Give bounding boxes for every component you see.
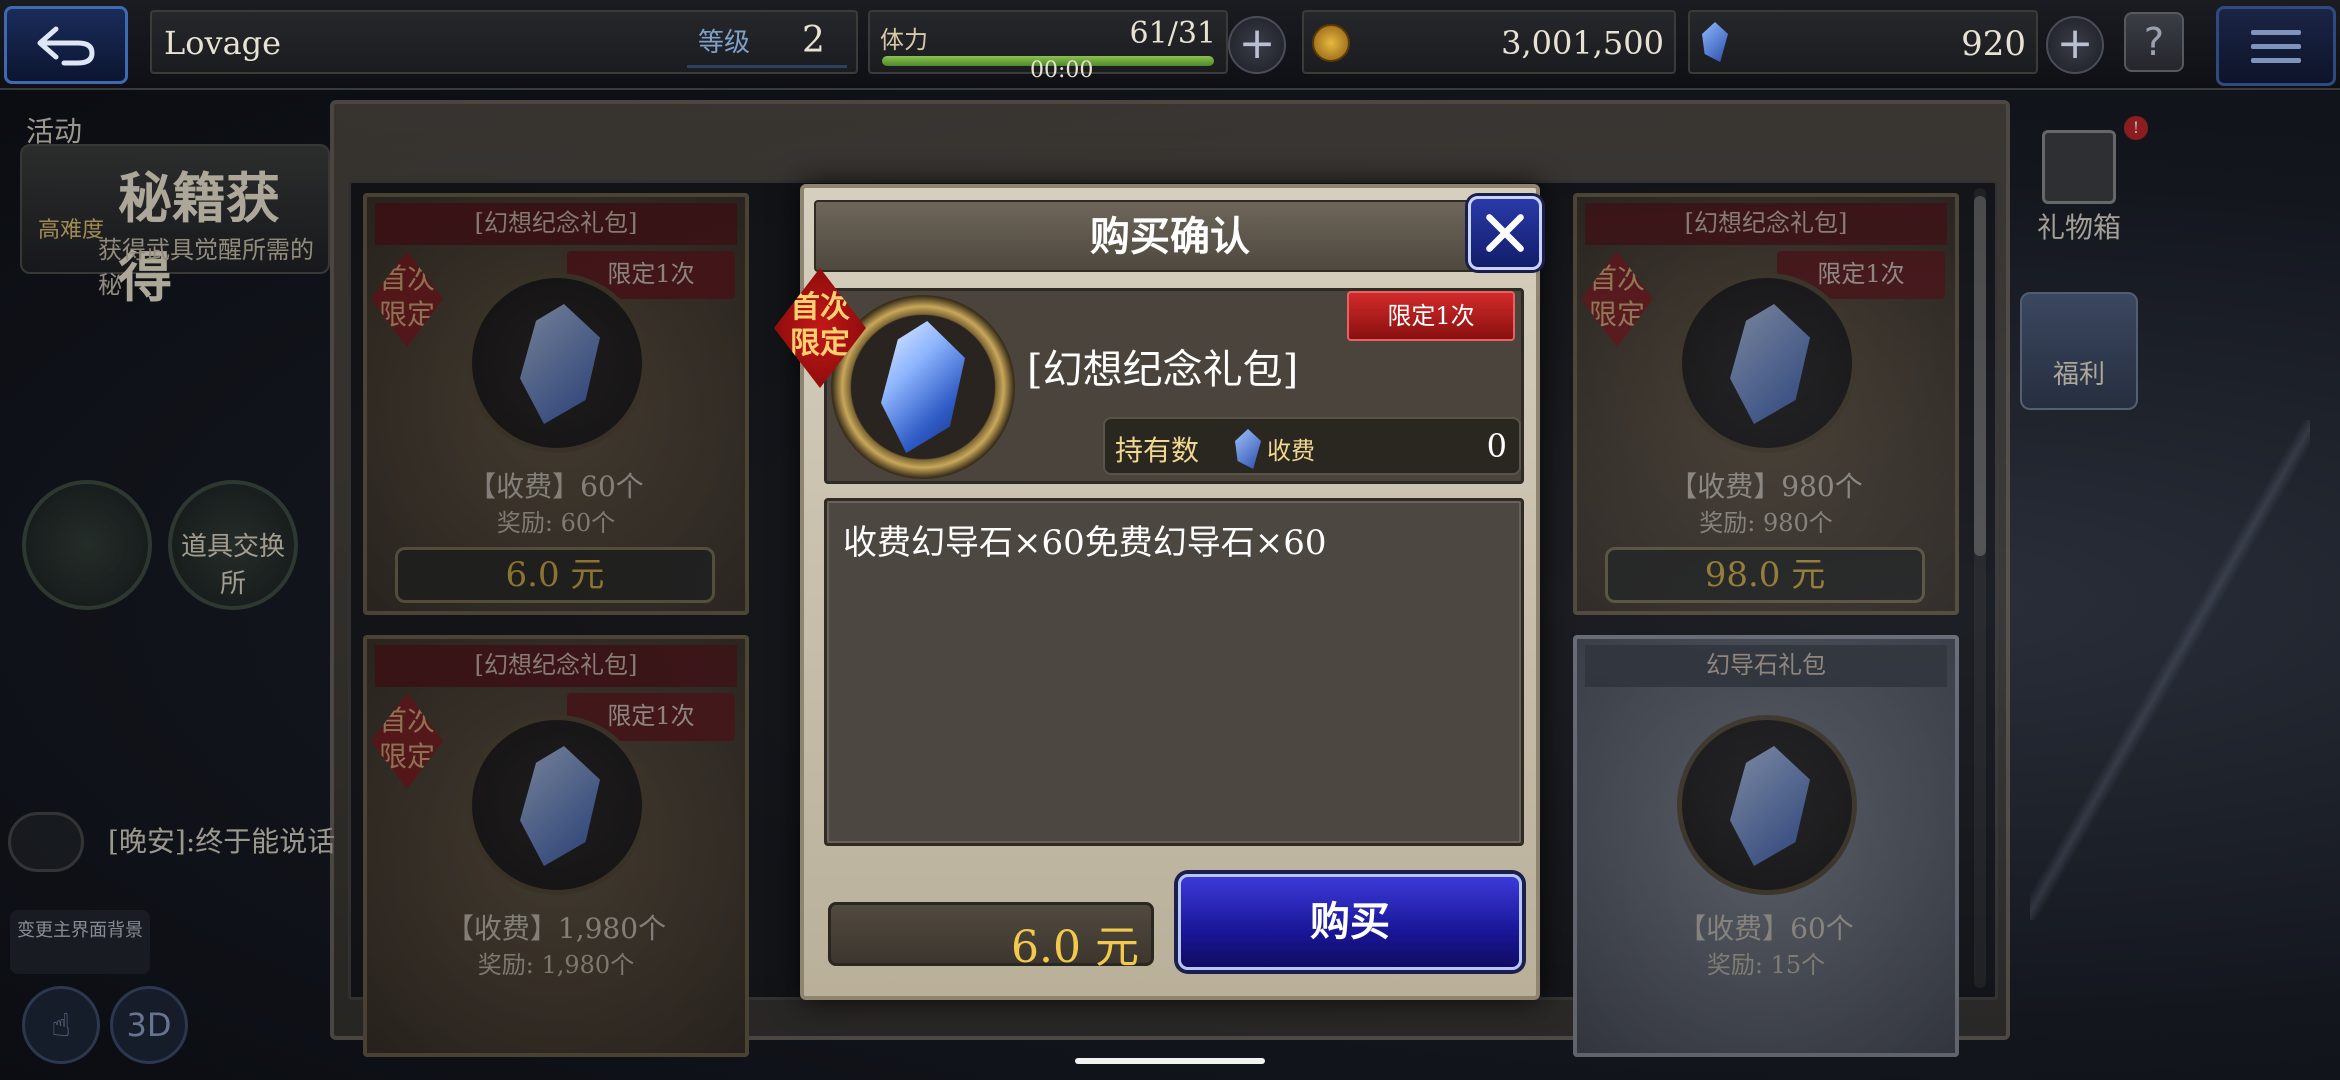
stamina-value: 61/31	[1129, 16, 1216, 51]
chat-bar[interactable]: [晚安]:终于能说话	[8, 806, 335, 876]
card-amount: 【收费】60个	[1678, 912, 1854, 945]
add-gem-button[interactable]: +	[2046, 16, 2104, 74]
card-title: [幻想纪念礼包]	[375, 645, 737, 687]
item-info-box: 限定1次 [幻想纪念礼包] 持有数 收费 0	[824, 288, 1524, 484]
camera-icon[interactable]: ☝	[22, 986, 100, 1064]
price-value: 6.0 元	[1011, 922, 1139, 973]
stamina-timer: 00:00	[1030, 58, 1094, 83]
menu-button[interactable]	[2216, 6, 2336, 86]
gil-panel: 3,001,500	[1302, 10, 1676, 74]
card-amount: 【收费】1,980个	[445, 912, 667, 945]
shop-item-card[interactable]: [幻想纪念礼包] 首次 限定 限定1次 【收费】980个 奖励: 980个 98.…	[1573, 193, 1959, 615]
card-bonus: 奖励: 60个	[496, 509, 616, 537]
card-bonus: 奖励: 980个	[1699, 509, 1833, 537]
first-time-badge: 首次 限定	[371, 693, 443, 789]
owned-kind: 收费	[1267, 437, 1315, 465]
card-bonus: 奖励: 1,980个	[477, 951, 635, 979]
card-title: 幻导石礼包	[1585, 645, 1947, 687]
exchange-label: 道具交换所	[180, 532, 285, 599]
shop-scrollbar[interactable]	[1974, 188, 1986, 988]
first-time-badge: 首次 限定	[371, 251, 443, 347]
gem-icon	[1702, 22, 1728, 62]
purchase-confirm-dialog: 购买确认 限定1次 [幻想纪念礼包] 持有数 收费 0 首次 限定 收费幻导石×6…	[774, 184, 1542, 1000]
menu-line-icon	[2251, 29, 2301, 35]
price-box: 6.0 元	[828, 902, 1154, 973]
card-title: [幻想纪念礼包]	[1585, 203, 1947, 245]
help-button[interactable]: ?	[2124, 12, 2184, 72]
menu-line-icon	[2251, 57, 2301, 63]
back-arrow-icon	[37, 26, 95, 66]
chat-icon	[8, 812, 84, 872]
crystal-icon	[467, 715, 647, 895]
change-background-button[interactable]: 变更主界面背景	[10, 910, 150, 974]
chat-text: [晚安]:终于能说话	[108, 825, 336, 858]
card-title: [幻想纪念礼包]	[375, 203, 737, 245]
gem-panel: 920	[1688, 10, 2038, 74]
banner-prefix: 高难度	[38, 218, 105, 243]
item-description: 收费幻导石×60免费幻导石×60	[843, 523, 1327, 563]
scrollbar-thumb[interactable]	[1974, 196, 1986, 556]
home-indicator[interactable]	[1075, 1058, 1265, 1064]
notification-badge: !	[2124, 116, 2148, 140]
gift-label: 礼物箱	[2036, 211, 2121, 244]
item-name: [幻想纪念礼包]	[1027, 347, 1299, 393]
gem-value: 920	[1961, 24, 2026, 64]
toggle-3d-button[interactable]: 3D	[110, 986, 188, 1064]
event-banner[interactable]: 高难度 秘籍获得 获得武具觉醒所需的秘	[20, 144, 330, 309]
limit-badge: 限定1次	[1347, 291, 1515, 341]
player-name: Lovage	[164, 24, 282, 62]
player-info-panel: Lovage 等级 2	[150, 10, 858, 74]
lightning-decoration	[2030, 420, 2310, 920]
close-icon	[1486, 214, 1524, 252]
crystal-icon	[1677, 715, 1857, 895]
top-status-bar: Lovage 等级 2 体力 61/31 00:00 + 3,001,500 9…	[0, 0, 2340, 90]
gil-value: 3,001,500	[1501, 24, 1664, 62]
item-description-box: 收费幻导石×60免费幻导石×60	[824, 498, 1524, 846]
card-bonus: 奖励: 15个	[1706, 951, 1826, 979]
card-price[interactable]: 98.0 元	[1605, 547, 1925, 603]
gift-icon	[2042, 130, 2116, 204]
level-value: 2	[802, 20, 825, 61]
owned-count: 0	[1486, 427, 1507, 465]
crystal-icon	[1677, 273, 1857, 453]
owned-count-box: 持有数 收费 0	[1103, 417, 1521, 475]
crystal-icon	[467, 273, 647, 453]
stamina-label: 体力	[880, 26, 928, 54]
gil-coin-icon	[1312, 24, 1350, 62]
menu-line-icon	[2251, 43, 2301, 49]
card-amount: 【收费】980个	[1669, 470, 1863, 503]
stamina-panel: 体力 61/31 00:00	[868, 10, 1228, 83]
left-sidebar: 活动 高难度 秘籍获得 获得武具觉醒所需的秘 道具交换所 [晚安]:终于能说话 …	[0, 100, 335, 1080]
level-label: 等级	[698, 28, 751, 58]
owned-label: 持有数	[1115, 434, 1200, 467]
buy-button[interactable]: 购买	[1178, 874, 1522, 970]
shop-item-card[interactable]: [幻想纪念礼包] 首次 限定 限定1次 【收费】1,980个 奖励: 1,980个	[363, 635, 749, 1057]
banner-subtitle: 获得武具觉醒所需的秘	[98, 236, 314, 299]
shop-item-card[interactable]: [幻想纪念礼包] 首次 限定 限定1次 【收费】60个 奖励: 60个 6.0 元	[363, 193, 749, 615]
card-price[interactable]: 6.0 元	[395, 547, 715, 603]
back-button[interactable]	[4, 6, 128, 84]
paid-gem-icon	[1235, 429, 1261, 469]
welfare-button[interactable]: 福利	[2020, 292, 2138, 410]
item-exchange-button[interactable]: 道具交换所	[168, 480, 298, 610]
welfare-label: 福利	[2052, 360, 2105, 390]
gift-box-button[interactable]: ! 礼物箱	[2014, 116, 2148, 250]
close-button[interactable]	[1468, 196, 1542, 270]
dialog-title: 购买确认	[814, 200, 1526, 272]
chocobo-icon[interactable]	[22, 480, 152, 610]
add-stamina-button[interactable]: +	[1228, 16, 1286, 74]
first-time-badge: 首次 限定	[1581, 251, 1653, 347]
card-amount: 【收费】60个	[468, 470, 644, 503]
shop-item-card[interactable]: 幻导石礼包 【收费】60个 奖励: 15个	[1573, 635, 1959, 1057]
